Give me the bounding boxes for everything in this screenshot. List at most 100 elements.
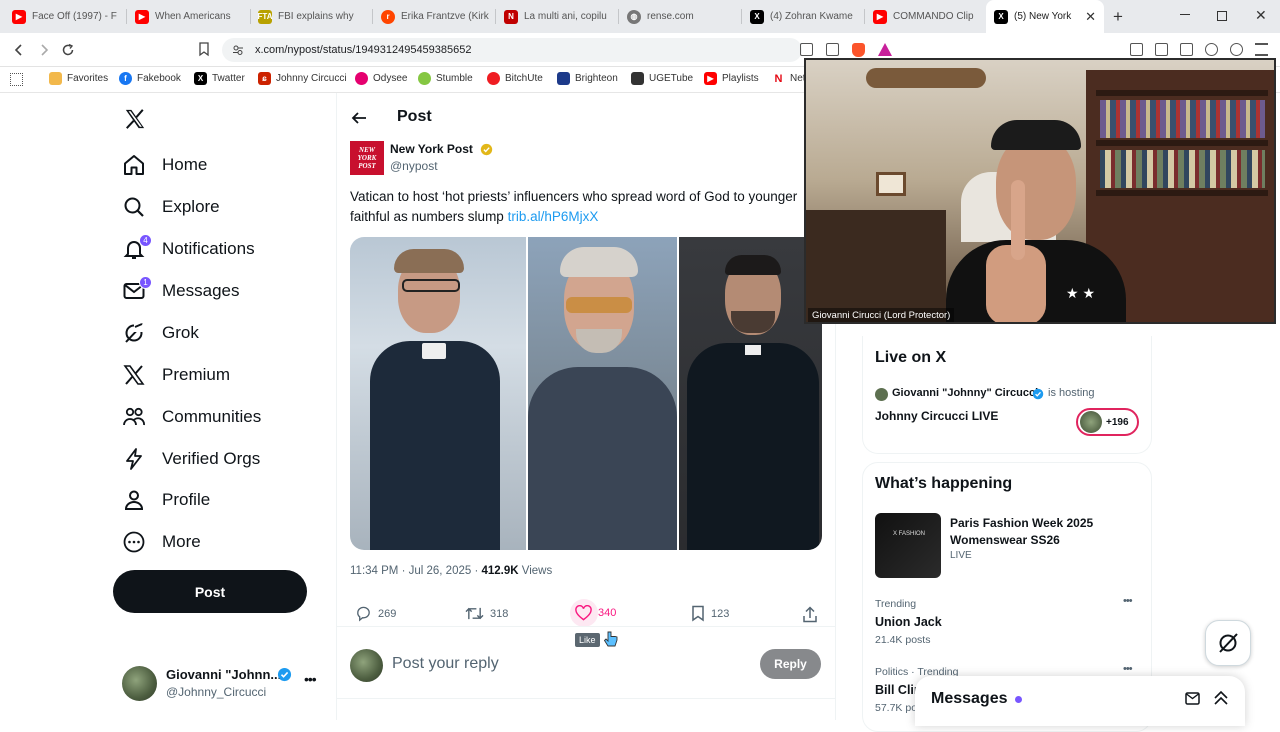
close-tab-icon[interactable]: ✕	[1085, 9, 1096, 25]
author-handle[interactable]: @nypost	[390, 159, 438, 173]
bookmark-page-icon[interactable]	[198, 42, 210, 57]
sidebar-toggle-icon[interactable]	[1155, 43, 1168, 56]
post-image-2[interactable]	[528, 237, 677, 550]
close-window-icon[interactable]: ✕	[1255, 7, 1267, 24]
back-arrow-icon[interactable]	[351, 110, 367, 126]
bookmark-item[interactable]: ɕ Johnny Circucci	[258, 72, 347, 85]
vpn-icon[interactable]	[1230, 43, 1243, 56]
leo-ai-icon[interactable]	[1205, 43, 1218, 56]
rewards-icon[interactable]	[878, 43, 892, 56]
bookmark-item[interactable]: Favorites	[49, 72, 108, 85]
trend-more-icon[interactable]: •••	[1123, 595, 1133, 607]
stumble-icon	[418, 72, 431, 85]
url-bar[interactable]: x.com/nypost/status/1949312495459385652	[222, 38, 802, 62]
tab[interactable]: ▶ Face Off (1997) - F	[4, 0, 126, 33]
listeners-pill[interactable]: +196	[1076, 408, 1139, 436]
communities-icon	[123, 407, 145, 426]
nav-more[interactable]: More	[122, 527, 201, 557]
nav-grok[interactable]: Grok	[122, 318, 199, 348]
post-image-1[interactable]	[350, 237, 526, 550]
youtube-icon: ▶	[873, 9, 887, 24]
bookmark-item[interactable]: Brighteon	[557, 72, 618, 85]
bookmark-item[interactable]: f Fakebook	[119, 72, 181, 85]
back-icon[interactable]	[12, 43, 26, 57]
trend-more-icon[interactable]: •••	[1123, 663, 1133, 675]
apps-grid-icon[interactable]	[10, 73, 23, 86]
bookmark-item[interactable]: BitchUte	[487, 72, 543, 85]
featured-trend[interactable]: X FASHION Paris Fashion Week 2025 Womens…	[875, 513, 1145, 581]
reply-button[interactable]: Reply	[760, 649, 821, 679]
tab[interactable]: ▶ When Americans	[127, 0, 249, 33]
live-host[interactable]: Giovanni "Johnny" Circucci	[892, 387, 1038, 399]
hand-cursor-icon	[603, 631, 618, 647]
post-image-3[interactable]	[679, 237, 822, 550]
folder-icon	[49, 72, 62, 85]
post-text: Vatican to host ‘hot priests’ influencer…	[350, 189, 798, 224]
nav-verified-orgs[interactable]: Verified Orgs	[122, 444, 260, 474]
tab[interactable]: r Erika Frantzve (Kirk	[373, 0, 495, 33]
tab[interactable]: ▶ COMMANDO Clip	[865, 0, 987, 33]
like-action[interactable]: 340	[570, 599, 616, 627]
bookmark-item[interactable]: Stumble	[418, 72, 473, 85]
account-handle: @Johnny_Circucci	[166, 685, 267, 699]
menu-icon[interactable]	[1255, 43, 1268, 56]
bookmark-item[interactable]: X Twatter	[194, 72, 245, 85]
reddit-icon: r	[381, 9, 395, 24]
bookmark-item[interactable]: ▶ Playlists	[704, 72, 759, 85]
share-icon[interactable]	[826, 43, 839, 56]
bookmark-item[interactable]: N Net	[772, 72, 806, 85]
bookmark-item[interactable]: UGETube	[631, 72, 693, 85]
live-show-title[interactable]: Johnny Circucci LIVE	[875, 409, 998, 423]
minimize-icon[interactable]	[1180, 14, 1190, 15]
share-icon[interactable]	[802, 606, 818, 623]
music-icon[interactable]	[1130, 43, 1143, 56]
grok-icon	[1219, 633, 1238, 653]
trend-item[interactable]: Trending Union Jack 21.4K posts •••	[875, 595, 1145, 648]
nav-home[interactable]: Home	[122, 150, 207, 180]
post-button[interactable]: Post	[113, 570, 307, 613]
youtube-icon: ▶	[12, 9, 26, 24]
x-logo-icon[interactable]	[124, 108, 146, 130]
author-name[interactable]: New York Post	[390, 142, 473, 156]
tab[interactable]: X (4) Zohran Kwame	[742, 0, 864, 33]
new-message-icon[interactable]	[1185, 690, 1201, 706]
nav-profile[interactable]: Profile	[122, 485, 210, 515]
tab-active[interactable]: X (5) New York ✕	[986, 0, 1104, 33]
expand-icon[interactable]	[1213, 690, 1229, 706]
tab[interactable]: FTA FBI explains why	[250, 0, 372, 33]
site-info-icon[interactable]	[232, 44, 244, 56]
fta-icon: FTA	[258, 9, 272, 24]
netflix-icon: N	[772, 72, 785, 85]
tw-icon: ɕ	[258, 72, 271, 85]
tab[interactable]: N La multi ani, copilu	[496, 0, 618, 33]
account-switcher[interactable]: Giovanni "Johnn... @Johnny_Circucci •••	[122, 665, 322, 703]
author-avatar[interactable]: NEW YORK POST	[350, 141, 384, 175]
forward-icon[interactable]	[37, 43, 51, 57]
bookmark-action[interactable]: 123	[691, 605, 729, 622]
home-icon	[124, 155, 144, 175]
tab[interactable]: ◍ rense.com	[619, 0, 741, 33]
reply-input[interactable]: Post your reply	[392, 655, 499, 673]
nav-notifications[interactable]: 4 Notifications	[122, 234, 255, 264]
repost-action[interactable]: 318	[465, 605, 508, 622]
message-badge: 1	[139, 276, 152, 289]
nav-messages[interactable]: 1 Messages	[122, 276, 239, 306]
new-tab-icon[interactable]: +	[1113, 7, 1123, 27]
nav-explore[interactable]: Explore	[122, 192, 220, 222]
nav-communities[interactable]: Communities	[122, 402, 261, 432]
messages-drawer[interactable]: Messages	[915, 676, 1245, 726]
nav-premium[interactable]: Premium	[122, 360, 230, 390]
more-dots-icon[interactable]: •••	[304, 671, 317, 687]
post-link[interactable]: trib.al/hP6MjxX	[508, 209, 599, 224]
grok-floating-button[interactable]	[1205, 620, 1251, 666]
cast-icon[interactable]	[800, 43, 813, 56]
reply-action[interactable]: 269	[355, 605, 396, 622]
wallet-icon[interactable]	[1180, 43, 1193, 56]
brighteon-icon	[557, 72, 570, 85]
brave-shield-icon[interactable]	[852, 43, 865, 57]
reload-icon[interactable]	[61, 43, 75, 57]
bookmark-item[interactable]: Odysee	[355, 72, 407, 85]
maximize-icon[interactable]	[1217, 11, 1227, 21]
search-icon	[124, 197, 144, 217]
ugetube-icon	[631, 72, 644, 85]
